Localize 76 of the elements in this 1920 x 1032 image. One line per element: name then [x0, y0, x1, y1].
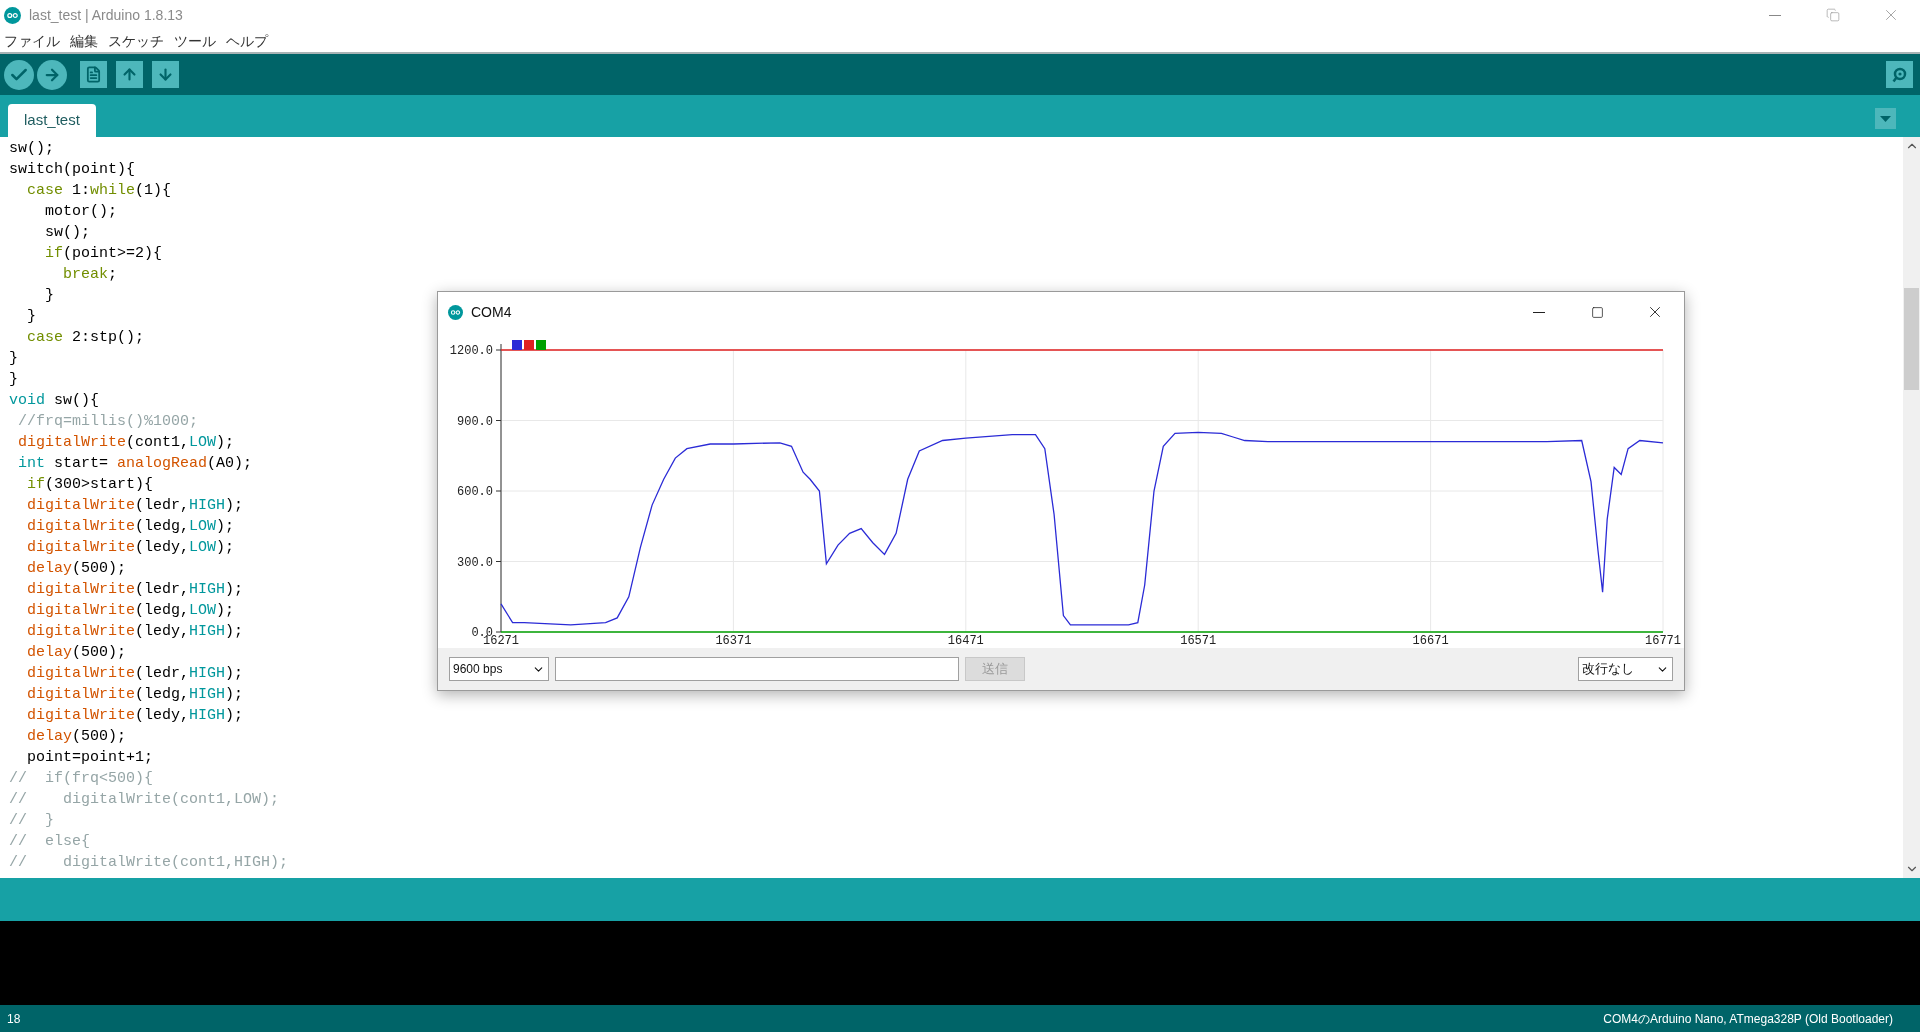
code-line: if(point>=2){ — [44, 244, 163, 264]
serial-monitor-button[interactable] — [1886, 61, 1913, 88]
code-line: delay(500); — [26, 727, 127, 747]
document-icon — [85, 66, 102, 83]
window-title: last_test | Arduino 1.8.13 — [29, 5, 183, 25]
code-line: digitalWrite(ledg,HIGH); — [26, 685, 244, 705]
y-tick-label: 300.0 — [457, 555, 493, 570]
x-tick-label: 16771 — [1645, 634, 1681, 648]
code-line: // digitalWrite(cont1,HIGH); — [9, 853, 289, 873]
code-line: break; — [62, 265, 118, 285]
code-line: digitalWrite(ledr,HIGH); — [26, 664, 244, 684]
code-line: } — [9, 349, 18, 369]
y-tick-label: 600.0 — [457, 485, 493, 499]
save-button[interactable] — [152, 61, 179, 88]
code-line: sw(); — [9, 139, 54, 159]
code-line: void sw(){ — [9, 391, 100, 411]
code-line: digitalWrite(ledy,HIGH); — [26, 622, 244, 642]
code-line: case 2:stp(); — [26, 328, 145, 348]
verify-button[interactable] — [4, 59, 34, 90]
code-line: delay(500); — [26, 643, 127, 663]
code-line: digitalWrite(ledy,HIGH); — [26, 706, 244, 726]
baud-rate-select[interactable]: 9600 bps — [449, 657, 549, 681]
infinity-logo-icon — [4, 6, 21, 24]
magnifier-icon — [1890, 65, 1909, 84]
line-ending-select[interactable]: 改行なし — [1578, 657, 1673, 681]
new-file-button[interactable] — [80, 61, 107, 88]
code-line: point=point+1; — [26, 748, 154, 768]
message-input[interactable] — [555, 657, 959, 681]
code-line: digitalWrite(ledr,HIGH); — [26, 580, 244, 600]
menu-item[interactable]: ファイル — [4, 30, 60, 52]
upload-button[interactable] — [37, 59, 67, 90]
x-tick-label: 16271 — [483, 634, 519, 648]
tab-menu-button[interactable] — [1875, 108, 1896, 129]
menu-item[interactable]: ヘルプ — [226, 30, 268, 52]
maximize-icon — [1590, 305, 1604, 319]
code-line: int start= analogRead(A0); — [17, 454, 253, 474]
x-tick-label: 16371 — [715, 634, 752, 648]
code-line: } — [44, 286, 54, 306]
minimize-icon — [1769, 14, 1781, 16]
x-tick-label: 16671 — [1412, 634, 1449, 648]
scrollbar-thumb[interactable] — [1904, 288, 1919, 390]
code-line: case 1:while(1){ — [26, 181, 172, 201]
code-line: //frq=millis()%1000; — [17, 412, 199, 432]
minimize-icon — [1533, 311, 1545, 313]
board-status: COM4のArduino Nano, ATmega328P (Old Bootloader) — [1603, 1010, 1893, 1028]
code-line: // else{ — [9, 832, 90, 852]
code-line: } — [9, 370, 18, 390]
line-number-status: 18 — [7, 1010, 21, 1028]
code-line: switch(point){ — [9, 160, 136, 180]
code-line: // digitalWrite(cont1,LOW); — [9, 790, 280, 810]
y-tick-label: 900.0 — [457, 414, 493, 429]
file-tab[interactable]: last_test — [8, 104, 96, 137]
plotter-title: COM4 — [471, 302, 512, 322]
code-line: digitalWrite(ledg,LOW); — [26, 517, 235, 537]
menu-item[interactable]: ツール — [174, 30, 216, 52]
triangle-down-icon — [1880, 115, 1891, 122]
vertical-scrollbar[interactable] — [1903, 137, 1920, 878]
restore-icon — [1826, 8, 1840, 22]
code-line: motor(); — [44, 202, 118, 222]
menu-item[interactable]: 編集 — [70, 30, 98, 52]
y-tick-label: 1200.0 — [449, 344, 493, 358]
code-line: sw(); — [44, 223, 90, 243]
code-line: if(300>start){ — [26, 475, 154, 495]
code-line: digitalWrite(cont1,LOW); — [17, 433, 235, 453]
open-button[interactable] — [116, 61, 143, 88]
code-line: digitalWrite(ledy,LOW); — [26, 538, 235, 558]
x-tick-label: 16471 — [947, 634, 984, 648]
code-line: // if(frq<500){ — [9, 769, 154, 789]
menu-item[interactable]: スケッチ — [108, 30, 164, 52]
code-line: digitalWrite(ledr,HIGH); — [26, 496, 244, 516]
x-tick-label: 16571 — [1180, 634, 1217, 648]
code-line: digitalWrite(ledg,LOW); — [26, 601, 235, 621]
infinity-logo-icon — [448, 304, 463, 320]
code-line: } — [26, 307, 36, 327]
code-line: // } — [9, 811, 54, 831]
code-line: delay(500); — [26, 559, 127, 579]
